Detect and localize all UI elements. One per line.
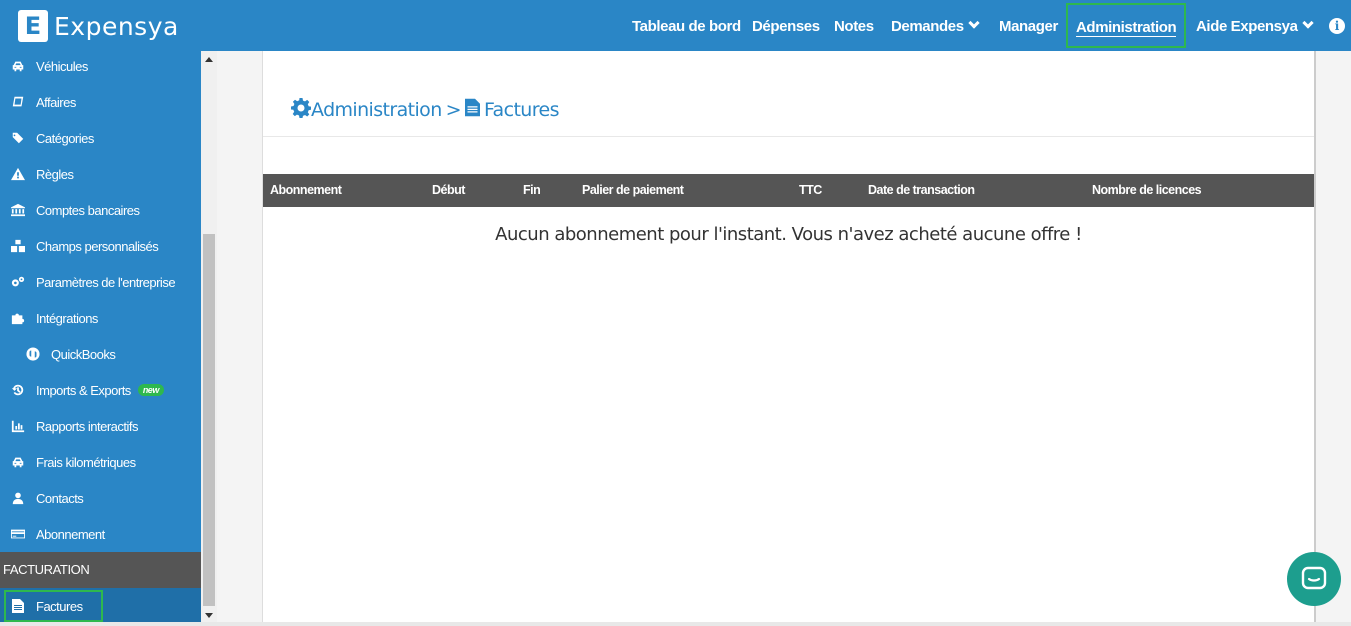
- column-header-ttc[interactable]: TTC: [799, 174, 822, 207]
- new-badge: new: [137, 384, 164, 396]
- sidebar-item-label: Abonnement: [36, 526, 105, 542]
- bank-icon: [10, 203, 26, 217]
- tags-icon: [10, 131, 26, 145]
- sidebar-item-label: Factures: [36, 598, 83, 614]
- sidebar-item-label: Paramètres de l'entreprise: [36, 274, 176, 290]
- warning-icon: [10, 167, 26, 181]
- sidebar-item-integrations[interactable]: Intégrations: [0, 300, 201, 336]
- sidebar-item-contacts[interactable]: Contacts: [0, 480, 201, 516]
- sidebar-item-label: Règles: [36, 166, 74, 182]
- brand-logo[interactable]: E Expensya: [18, 8, 179, 44]
- file-icon: [12, 599, 24, 613]
- sidebar-item-parametres-entreprise[interactable]: Paramètres de l'entreprise: [0, 264, 201, 300]
- empty-state-message: Aucun abonnement pour l'instant. Vous n'…: [495, 224, 1082, 245]
- info-icon[interactable]: i: [1329, 18, 1345, 34]
- divider: [263, 136, 1314, 137]
- column-header-palier-de-paiement[interactable]: Palier de paiement: [582, 174, 684, 207]
- cubes-icon: [10, 239, 26, 253]
- sidebar-item-regles[interactable]: Règles: [0, 156, 201, 192]
- sidebar-item-label: Champs personnalisés: [36, 238, 159, 254]
- history-icon: [10, 383, 26, 397]
- nav-tableau-de-bord[interactable]: Tableau de bord: [632, 0, 741, 51]
- file-icon: [464, 98, 480, 122]
- bottom-strip: [0, 622, 1351, 626]
- chevron-down-icon: [968, 17, 980, 29]
- sidebar-item-vehicules[interactable]: Véhicules: [0, 48, 201, 84]
- sidebar-item-quickbooks[interactable]: QuickBooks: [0, 336, 201, 372]
- sidebar-item-champs-personnalises[interactable]: Champs personnalisés: [0, 228, 201, 264]
- nav-notes[interactable]: Notes: [834, 0, 874, 51]
- sidebar-item-label: Comptes bancaires: [36, 202, 140, 218]
- quickbooks-icon: [25, 347, 41, 361]
- sidebar-item-factures[interactable]: Factures: [4, 590, 103, 622]
- scroll-up-arrow[interactable]: [205, 57, 213, 62]
- sidebar-item-categories[interactable]: Catégories: [0, 120, 201, 156]
- scroll-down-arrow[interactable]: [205, 613, 213, 618]
- sidebar-item-label: QuickBooks: [51, 346, 116, 362]
- invoices-table-header: Abonnement Début Fin Palier de paiement …: [263, 174, 1314, 207]
- breadcrumb-administration[interactable]: Administration: [311, 99, 442, 121]
- sidebar-item-frais-kilometriques[interactable]: Frais kilométriques: [0, 444, 201, 480]
- nav-demandes[interactable]: Demandes: [891, 0, 980, 51]
- sidebar: Véhicules Affaires Catégories Règles Com…: [0, 51, 201, 626]
- bar-chart-icon: [10, 419, 26, 433]
- column-header-debut[interactable]: Début: [432, 174, 465, 207]
- chat-icon: [1301, 566, 1327, 590]
- column-header-date-de-transaction[interactable]: Date de transaction: [868, 174, 975, 207]
- sidebar-item-label: Intégrations: [36, 310, 98, 326]
- sidebar-item-label: Contacts: [36, 490, 84, 506]
- chat-launcher-button[interactable]: [1287, 552, 1341, 606]
- credit-card-icon: [10, 527, 26, 541]
- nav-aide-expensya[interactable]: Aide Expensya: [1196, 0, 1314, 51]
- gear-icon: [291, 97, 312, 123]
- sidebar-item-label: Affaires: [36, 94, 76, 110]
- sidebar-item-label: Rapports interactifs: [36, 418, 139, 434]
- breadcrumb-factures: Factures: [483, 99, 560, 121]
- column-header-abonnement[interactable]: Abonnement: [270, 174, 342, 207]
- puzzle-icon: [10, 311, 26, 325]
- sidebar-item-label: Imports & Exports: [36, 382, 131, 398]
- sidebar-section-facturation: FACTURATION: [0, 552, 201, 588]
- book-icon: [10, 95, 26, 109]
- sidebar-item-comptes-bancaires[interactable]: Comptes bancaires: [0, 192, 201, 228]
- nav-manager[interactable]: Manager: [999, 0, 1058, 51]
- breadcrumb: Administration > Factures: [291, 97, 560, 123]
- top-navbar: E Expensya Tableau de bord Dépenses Note…: [0, 0, 1351, 51]
- sidebar-item-label: Catégories: [36, 130, 94, 146]
- logo-text: Expensya: [54, 11, 179, 41]
- column-header-fin[interactable]: Fin: [523, 174, 541, 207]
- chevron-down-icon: [1301, 17, 1314, 29]
- car-icon: [10, 455, 26, 469]
- sidebar-item-imports-exports[interactable]: Imports & Exports new: [0, 372, 201, 408]
- sidebar-item-abonnement[interactable]: Abonnement: [0, 516, 201, 552]
- logo-mark: E: [18, 10, 48, 42]
- breadcrumb-separator: >: [445, 99, 462, 121]
- sidebar-item-rapports-interactifs[interactable]: Rapports interactifs: [0, 408, 201, 444]
- nav-depenses[interactable]: Dépenses: [752, 0, 820, 51]
- sidebar-item-label: Frais kilométriques: [36, 454, 136, 470]
- car-icon: [10, 59, 26, 73]
- nav-administration[interactable]: Administration: [1066, 3, 1187, 48]
- main-panel: Administration > Factures Abonnement Déb…: [262, 51, 1316, 626]
- sidebar-item-label: Véhicules: [36, 58, 88, 74]
- gears-icon: [10, 275, 26, 289]
- sidebar-item-factures-row: Factures: [0, 588, 201, 625]
- scroll-thumb[interactable]: [203, 234, 215, 606]
- column-header-nombre-de-licences[interactable]: Nombre de licences: [1092, 174, 1202, 207]
- sidebar-item-affaires[interactable]: Affaires: [0, 84, 201, 120]
- sidebar-scrollbar[interactable]: [201, 51, 217, 626]
- user-icon: [10, 491, 26, 505]
